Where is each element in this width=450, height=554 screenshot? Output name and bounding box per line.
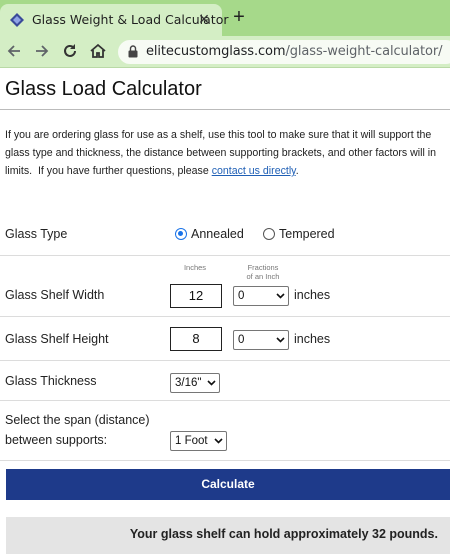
- url-path: /glass-weight-calculator/: [285, 44, 443, 59]
- browser-toolbar: elitecustomglass.com/glass-weight-calcul…: [0, 36, 450, 68]
- height-unit: inches: [294, 332, 331, 346]
- span-label-line-1: Select the span (distance): [5, 413, 150, 427]
- chevron-down-icon: [276, 337, 285, 343]
- height-fraction-value: 0: [238, 334, 245, 346]
- intro-line-3-text: limits. If you have further questions, p…: [5, 165, 212, 177]
- intro-line-1: If you are ordering glass for use as a s…: [5, 129, 432, 141]
- browser-tab[interactable]: Glass Weight & Load Calculator ✕: [0, 4, 229, 36]
- thickness-value: 3/16": [175, 377, 202, 389]
- url-text: elitecustomglass.com/glass-weight-calcul…: [146, 44, 443, 59]
- chevron-down-icon: [207, 380, 216, 386]
- intro-line-2: glass type and thickness, the distance b…: [5, 147, 437, 159]
- span-value: 1 Foot: [175, 435, 208, 447]
- width-unit: inches: [294, 288, 331, 302]
- chevron-down-icon: [276, 293, 285, 299]
- tempered-label[interactable]: Tempered: [279, 227, 335, 241]
- row-divider: [0, 460, 450, 461]
- intro-paragraph: If you are ordering glass for use as a s…: [5, 126, 450, 180]
- reload-icon[interactable]: [60, 41, 80, 61]
- width-fraction-select[interactable]: 0: [233, 286, 289, 306]
- height-inches-input[interactable]: 8: [170, 327, 222, 351]
- shelf-height-label: Glass Shelf Height: [5, 332, 109, 346]
- address-bar[interactable]: elitecustomglass.com/glass-weight-calcul…: [118, 40, 450, 64]
- inches-column-header: Inches: [183, 263, 207, 272]
- calculate-button[interactable]: Calculate: [6, 469, 450, 500]
- annealed-label[interactable]: Annealed: [191, 227, 244, 241]
- span-label-line-2: between supports:: [5, 433, 108, 447]
- home-icon[interactable]: [88, 41, 108, 61]
- chevron-down-icon: [214, 438, 223, 444]
- title-divider: [0, 109, 450, 110]
- close-icon[interactable]: ✕: [196, 11, 212, 27]
- thickness-select[interactable]: 3/16": [170, 373, 220, 393]
- glass-type-label: Glass Type: [5, 227, 68, 241]
- annealed-radio[interactable]: [175, 228, 187, 240]
- result-message: Your glass shelf can hold approximately …: [6, 517, 450, 554]
- intro-line-3-end: .: [295, 165, 299, 177]
- shelf-width-label: Glass Shelf Width: [5, 288, 105, 302]
- width-inches-input[interactable]: 12: [170, 284, 222, 308]
- lock-icon[interactable]: [128, 45, 138, 58]
- row-divider: [0, 400, 450, 401]
- url-domain: elitecustomglass.com: [146, 44, 286, 59]
- row-divider: [0, 255, 450, 256]
- plus-icon[interactable]: +: [230, 7, 248, 27]
- forward-arrow-icon[interactable]: [32, 41, 52, 61]
- intro-line-3: limits. If you have further questions, p…: [5, 162, 450, 180]
- back-arrow-icon[interactable]: [4, 41, 24, 61]
- contact-us-link[interactable]: contact us directly: [212, 165, 296, 177]
- row-divider: [0, 316, 450, 317]
- fractions-column-header-line-2: of an Inch: [246, 272, 280, 281]
- fractions-column-header-line-1: Fractions: [247, 263, 279, 272]
- span-select[interactable]: 1 Foot: [170, 431, 227, 451]
- height-fraction-select[interactable]: 0: [233, 330, 289, 350]
- row-divider: [0, 360, 450, 361]
- page-title: Glass Load Calculator: [5, 78, 202, 100]
- width-fraction-value: 0: [238, 290, 245, 302]
- tab-strip: Glass Weight & Load Calculator ✕ +: [0, 0, 450, 36]
- tempered-radio[interactable]: [263, 228, 275, 240]
- diamond-favicon-icon: [10, 13, 24, 27]
- thickness-label: Glass Thickness: [5, 374, 97, 388]
